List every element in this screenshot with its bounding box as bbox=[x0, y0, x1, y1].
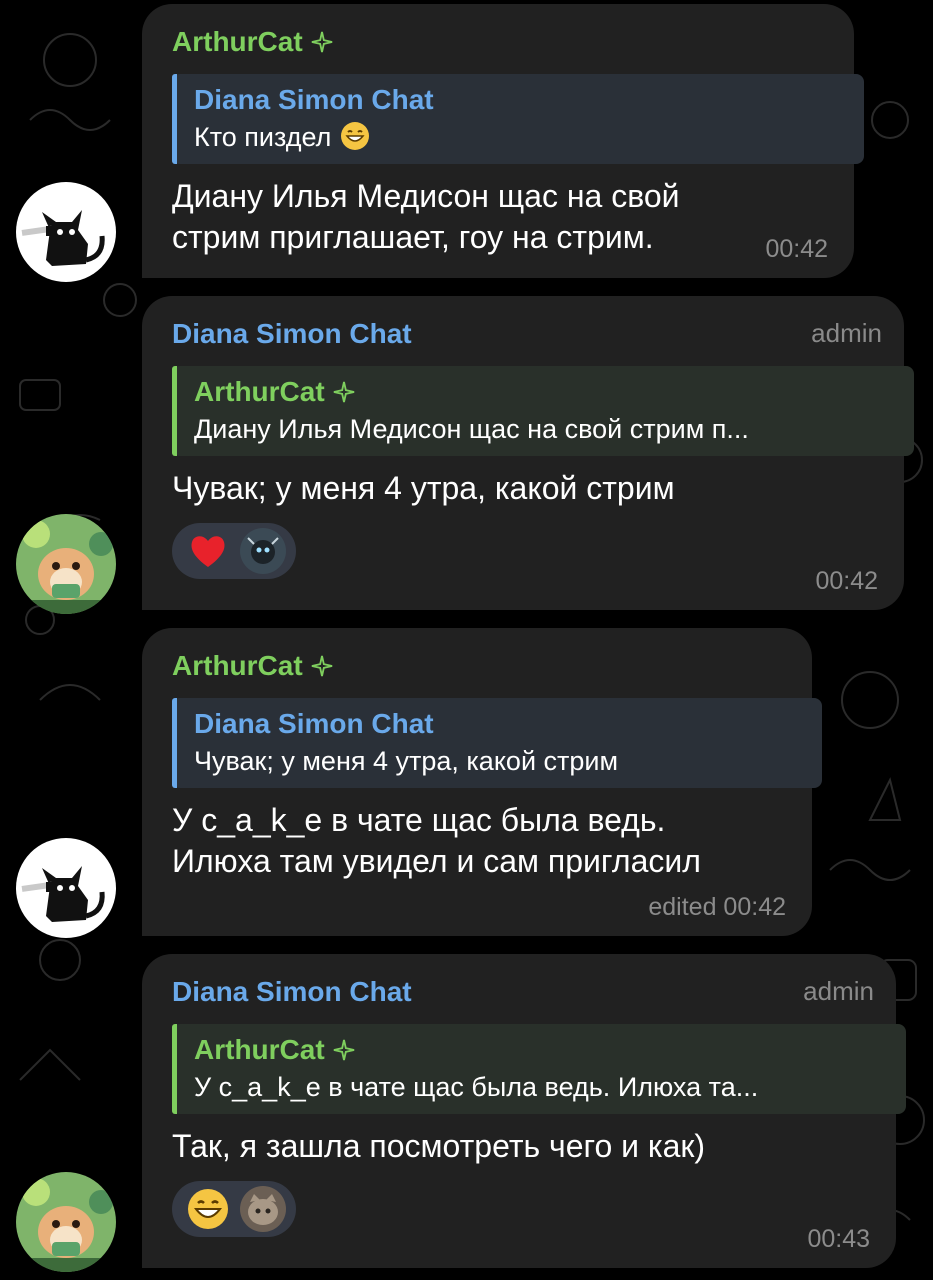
sparkle-star-icon bbox=[333, 1039, 354, 1061]
reply-quote[interactable]: Diana Simon Chat Чувак; у меня 4 утра, к… bbox=[172, 698, 822, 788]
reply-author-name: ArthurCat bbox=[194, 1034, 325, 1065]
dark-creature-avatar-icon bbox=[240, 528, 286, 574]
admin-badge: admin bbox=[803, 976, 874, 1006]
reply-text-content: Кто пиздел bbox=[194, 122, 332, 152]
reply-text: Диану Илья Медисон щас на свой стрим п..… bbox=[194, 414, 749, 444]
message-text: Диану Илья Медисон щас на свой стрим при… bbox=[172, 176, 828, 258]
sender-name[interactable]: Diana Simon Chat bbox=[172, 974, 412, 1010]
reply-quote[interactable]: Diana Simon Chat Кто пиздел bbox=[172, 74, 864, 164]
message-time: edited 00:42 bbox=[648, 893, 786, 921]
avatar-diana-simon-chat[interactable] bbox=[16, 514, 116, 614]
grin-reaction-icon[interactable] bbox=[186, 1187, 230, 1231]
message-bubble[interactable]: ArthurCat Diana Simon Chat Кто пиздел Ди… bbox=[142, 4, 864, 278]
avatar-arthurcat[interactable] bbox=[16, 838, 116, 938]
avatar-arthurcat[interactable] bbox=[16, 182, 116, 282]
reactor-avatar[interactable] bbox=[240, 528, 286, 574]
avatar-diana-simon-chat[interactable] bbox=[16, 1172, 116, 1272]
reply-quote[interactable]: ArthurCat Диану Илья Медисон щас на свой… bbox=[172, 366, 914, 456]
message-text: Так, я зашла посмотреть чего и как) bbox=[172, 1128, 706, 1164]
reactions-bar[interactable] bbox=[172, 1181, 296, 1237]
reply-text: Чувак; у меня 4 утра, какой стрим bbox=[194, 746, 619, 776]
message-text: Чувак; у меня 4 утра, какой стрим bbox=[172, 470, 675, 506]
sparkle-star-icon bbox=[311, 31, 332, 53]
message-sender[interactable]: Diana Simon Chat bbox=[172, 316, 878, 352]
message-line: Илюха там увидел и сам пригласил bbox=[172, 843, 701, 879]
message-text: У c_a_k_e в чате щас была ведь. Илюха та… bbox=[172, 800, 786, 882]
hamster-avatar-icon bbox=[16, 1172, 116, 1272]
cat-with-knife-avatar-icon bbox=[16, 838, 116, 938]
reply-text: У c_a_k_e в чате щас была ведь. Илюха та… bbox=[194, 1072, 759, 1102]
message-sender[interactable]: ArthurCat bbox=[172, 648, 786, 684]
reply-author: ArthurCat bbox=[194, 374, 900, 410]
sparkle-star-icon bbox=[311, 655, 332, 677]
reply-author: Diana Simon Chat bbox=[194, 84, 434, 115]
reply-text: Кто пиздел bbox=[194, 118, 850, 156]
message-line: У c_a_k_e в чате щас была ведь. bbox=[172, 802, 666, 838]
cat-photo-avatar-icon bbox=[240, 1186, 286, 1232]
message-time: 00:43 bbox=[807, 1225, 870, 1253]
heart-reaction-icon[interactable] bbox=[186, 529, 230, 573]
message-sender[interactable]: ArthurCat bbox=[172, 24, 828, 60]
sender-name[interactable]: Diana Simon Chat bbox=[172, 316, 412, 352]
cat-with-knife-avatar-icon bbox=[16, 182, 116, 282]
reply-author: ArthurCat bbox=[194, 1032, 892, 1068]
admin-badge: admin bbox=[811, 318, 882, 348]
reactions-bar[interactable] bbox=[172, 523, 296, 579]
message-line: стрим приглашает, гоу на стрим. bbox=[172, 219, 654, 255]
reply-author: Diana Simon Chat bbox=[194, 708, 434, 739]
message-time: 00:42 bbox=[765, 235, 828, 263]
sender-name[interactable]: ArthurCat bbox=[172, 24, 303, 60]
message-line: Диану Илья Медисон щас на свой bbox=[172, 178, 680, 214]
grinning-emoji-icon bbox=[340, 122, 369, 150]
sender-name[interactable]: ArthurCat bbox=[172, 648, 303, 684]
reply-quote[interactable]: ArthurCat У c_a_k_e в чате щас была ведь… bbox=[172, 1024, 906, 1114]
reactor-avatar[interactable] bbox=[240, 1186, 286, 1232]
message-sender[interactable]: Diana Simon Chat bbox=[172, 974, 870, 1010]
reply-author-name: ArthurCat bbox=[194, 376, 325, 407]
sparkle-star-icon bbox=[333, 381, 354, 403]
message-bubble[interactable]: ArthurCat Diana Simon Chat Чувак; у меня… bbox=[142, 628, 822, 936]
message-bubble[interactable]: Diana Simon Chat admin ArthurCat Диану И… bbox=[142, 296, 914, 610]
message-time: 00:42 bbox=[815, 567, 878, 595]
message-bubble[interactable]: Diana Simon Chat admin ArthurCat У c_a_k… bbox=[142, 954, 906, 1268]
hamster-avatar-icon bbox=[16, 514, 116, 614]
